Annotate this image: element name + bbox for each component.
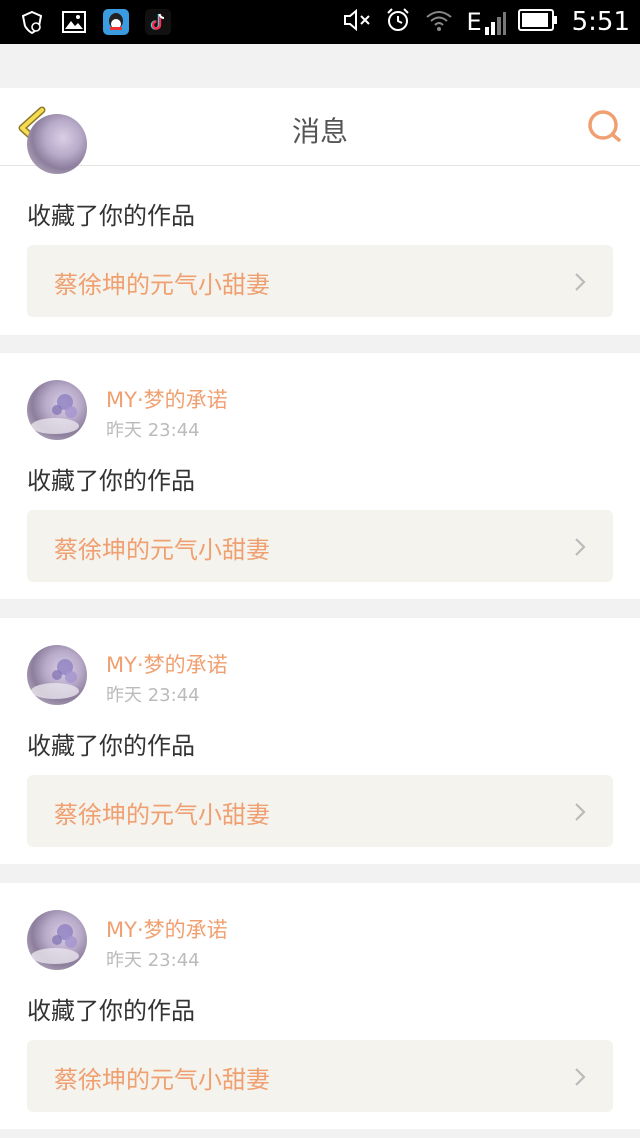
chevron-right-icon [573,271,587,293]
work-link[interactable]: 蔡徐坤的元气小甜妻 [27,1040,613,1112]
alarm-icon [384,6,412,38]
avatar[interactable] [27,645,87,705]
chevron-right-icon [573,536,587,558]
work-title: 蔡徐坤的元气小甜妻 [54,1066,270,1094]
avatar[interactable] [27,380,87,440]
qq-icon [102,8,130,36]
gallery-icon [60,8,88,36]
work-title: 蔡徐坤的元气小甜妻 [54,271,270,299]
status-gap [0,44,640,88]
status-bar: E 5:51 [0,0,640,44]
status-right-icons: E 5:51 [342,6,630,38]
work-link[interactable]: 蔡徐坤的元气小甜妻 [27,245,613,317]
network-type: E [466,8,482,36]
message-action: 收藏了你的作品 [27,732,195,760]
search-icon[interactable] [586,108,624,146]
user-name[interactable]: MY·梦的承诺 [106,914,228,944]
message-time: 昨天 23:44 [106,950,200,971]
work-link[interactable]: 蔡徐坤的元气小甜妻 [27,510,613,582]
message-time: 昨天 23:44 [106,420,200,441]
work-title: 蔡徐坤的元气小甜妻 [54,536,270,564]
work-link[interactable]: 蔡徐坤的元气小甜妻 [27,775,613,847]
message-card: MY·梦的承诺 昨天 23:44 收藏了你的作品 蔡徐坤的元气小甜妻 [0,883,640,1129]
chevron-right-icon [573,801,587,823]
battery-icon [517,8,558,36]
user-name[interactable]: MY·梦的承诺 [106,649,228,679]
message-action: 收藏了你的作品 [27,467,195,495]
message-card: MY·梦的承诺 昨天 23:44 收藏了你的作品 蔡徐坤的元气小甜妻 [0,618,640,864]
message-time: 昨天 23:44 [106,685,200,706]
status-left-icons [18,7,172,37]
chevron-right-icon [573,1066,587,1088]
avatar[interactable] [27,910,87,970]
user-name[interactable]: MY·梦的承诺 [106,384,228,414]
signal-icon: E [466,8,506,36]
mute-icon [342,7,372,37]
avatar[interactable] [27,114,87,174]
message-action: 收藏了你的作品 [27,997,195,1025]
work-title: 蔡徐坤的元气小甜妻 [54,801,270,829]
message-action: 收藏了你的作品 [27,202,195,230]
tiktok-icon [144,8,172,36]
wifi-icon [424,7,454,37]
clock-time: 5:51 [571,7,630,37]
shield-icon [18,8,46,36]
message-card: MY·梦的承诺 昨天 23:44 收藏了你的作品 蔡徐坤的元气小甜妻 [0,353,640,599]
navbar: 消息 [0,88,640,166]
page-title: 消息 [291,115,348,148]
message-card: 收藏了你的作品 蔡徐坤的元气小甜妻 [0,114,640,335]
